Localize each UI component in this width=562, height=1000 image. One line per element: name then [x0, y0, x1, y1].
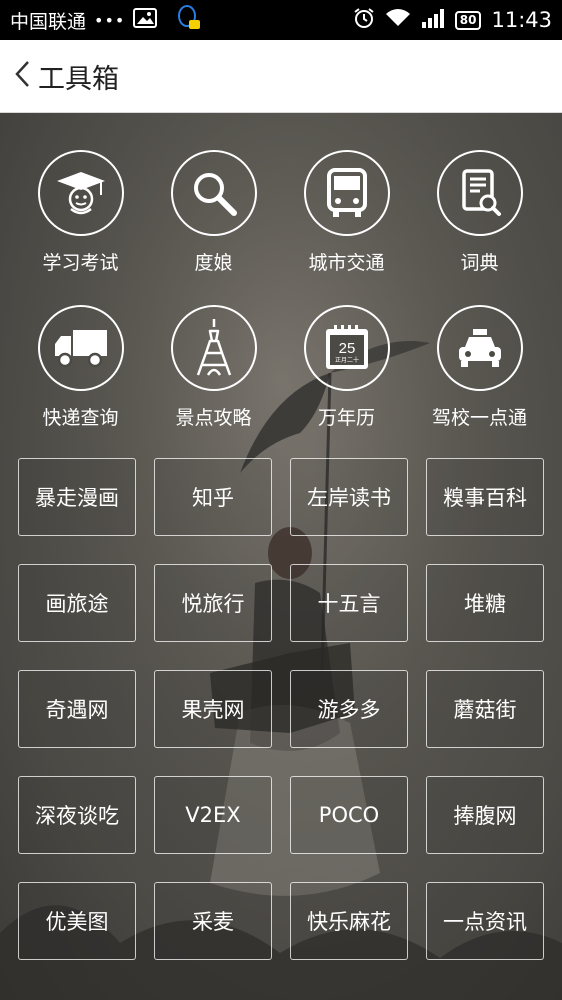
- clock: 11:43: [491, 8, 552, 32]
- calendar-date-text: 正月二十: [334, 356, 358, 364]
- delivery-truck-icon: [37, 305, 124, 391]
- app-header: 工具箱: [0, 40, 562, 113]
- tool-baidu-search[interactable]: 度娘: [147, 150, 280, 275]
- link-button[interactable]: 果壳网: [154, 670, 272, 748]
- tool-driving-school[interactable]: 驾校一点通: [413, 305, 546, 430]
- link-button[interactable]: 十五言: [290, 564, 408, 642]
- tool-travel-guide[interactable]: 景点攻略: [147, 305, 280, 430]
- gallery-notification-icon: [133, 7, 158, 33]
- tool-label: 快递查询: [42, 407, 119, 429]
- link-button[interactable]: V2EX: [154, 776, 272, 854]
- tool-label: 万年历: [317, 407, 375, 429]
- graduation-cap-icon: [37, 150, 124, 236]
- link-button[interactable]: 采麦: [154, 882, 272, 960]
- tool-calendar[interactable]: 25 正月二十 万年历: [280, 305, 413, 430]
- link-button[interactable]: 优美图: [18, 882, 136, 960]
- notification-dots: •••: [94, 10, 126, 30]
- tool-dictionary[interactable]: 词典: [413, 150, 546, 275]
- link-button[interactable]: 奇遇网: [18, 670, 136, 748]
- link-button[interactable]: 游多多: [290, 670, 408, 748]
- tool-label: 驾校一点通: [431, 407, 527, 429]
- alarm-icon: [353, 7, 375, 34]
- tool-express-tracking[interactable]: 快递查询: [14, 305, 147, 430]
- tool-city-transit[interactable]: 城市交通: [280, 150, 413, 275]
- link-button[interactable]: 左岸读书: [290, 458, 408, 536]
- calendar-icon: 25 正月二十: [303, 305, 390, 391]
- status-bar: 中国联通 ••• 80 11:43: [0, 0, 562, 40]
- bus-icon: [303, 150, 390, 236]
- tool-label: 词典: [460, 252, 499, 274]
- car-icon: [436, 305, 523, 391]
- signal-icon: [421, 8, 445, 33]
- tool-study-exam[interactable]: 学习考试: [14, 150, 147, 275]
- back-button[interactable]: 工具箱: [12, 57, 119, 96]
- link-button[interactable]: 蘑菇街: [426, 670, 544, 748]
- dictionary-icon: [436, 150, 523, 236]
- page-title: 工具箱: [38, 63, 119, 95]
- link-button[interactable]: 堆糖: [426, 564, 544, 642]
- link-button[interactable]: 糗事百科: [426, 458, 544, 536]
- wifi-icon: [385, 8, 411, 33]
- link-button[interactable]: 快乐麻花: [290, 882, 408, 960]
- battery-indicator: 80: [454, 10, 482, 30]
- carrier-name: 中国联通: [10, 10, 87, 33]
- link-button[interactable]: 画旅途: [18, 564, 136, 642]
- link-buttons-grid: 暴走漫画 知乎 左岸读书 糗事百科 画旅途 悦旅行 十五言 堆糖 奇遇网 果壳网…: [18, 458, 544, 960]
- link-button[interactable]: 捧腹网: [426, 776, 544, 854]
- link-button[interactable]: 深夜谈吃: [18, 776, 136, 854]
- tool-label: 城市交通: [308, 252, 385, 274]
- tool-label: 度娘: [194, 252, 233, 274]
- chevron-left-icon: [12, 59, 32, 93]
- link-button[interactable]: 知乎: [154, 458, 272, 536]
- eiffel-tower-icon: [170, 305, 257, 391]
- search-icon: [170, 150, 257, 236]
- link-button[interactable]: 一点资讯: [426, 882, 544, 960]
- icon-tools-grid: 学习考试 度娘 城市交通 词典 快递查询 景点攻略 25 正月二十 万年历 驾校…: [14, 150, 548, 430]
- link-button[interactable]: 悦旅行: [154, 564, 272, 642]
- calendar-date-number: 25: [338, 340, 355, 357]
- tool-label: 学习考试: [42, 252, 119, 274]
- qq-notification-icon: [177, 4, 201, 37]
- tool-label: 景点攻略: [175, 407, 252, 429]
- link-button[interactable]: POCO: [290, 776, 408, 854]
- link-button[interactable]: 暴走漫画: [18, 458, 136, 536]
